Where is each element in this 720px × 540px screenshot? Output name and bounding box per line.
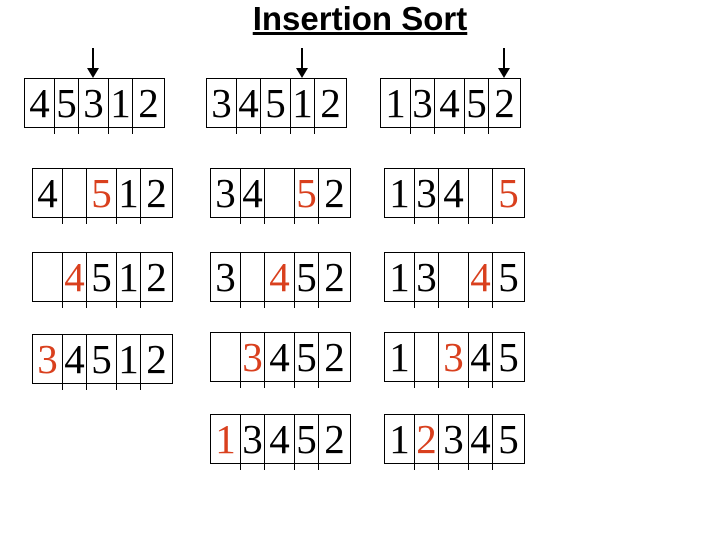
array-cell: 5 bbox=[55, 78, 79, 134]
array-cell: 4 bbox=[63, 334, 87, 390]
array-cell: 4 bbox=[24, 78, 55, 134]
array-cell: 1 bbox=[117, 168, 141, 224]
empty-cell bbox=[469, 168, 493, 224]
array-row: 12345 bbox=[384, 414, 525, 470]
page-title: Insertion Sort bbox=[252, 0, 468, 37]
array-cell: 4 bbox=[435, 78, 465, 134]
array-cell: 2 bbox=[319, 252, 351, 302]
empty-cell bbox=[63, 168, 87, 224]
array-cell: 4 bbox=[469, 332, 493, 388]
array-cell: 2 bbox=[141, 334, 173, 384]
highlighted-cell: 5 bbox=[493, 168, 525, 218]
array-row: 34512 bbox=[32, 334, 173, 390]
empty-cell bbox=[415, 332, 439, 388]
highlighted-cell: 1 bbox=[210, 414, 241, 470]
array-cell: 4 bbox=[237, 78, 261, 134]
array-cell: 5 bbox=[87, 334, 117, 390]
array-cell: 5 bbox=[493, 414, 525, 464]
array-cell: 4 bbox=[439, 168, 469, 224]
array-row: 1345 bbox=[384, 332, 525, 388]
array-cell: 1 bbox=[117, 334, 141, 390]
array-cell: 3 bbox=[411, 78, 435, 134]
array-cell: 2 bbox=[315, 78, 347, 128]
array-row: 3452 bbox=[210, 332, 351, 388]
empty-cell bbox=[210, 332, 241, 388]
array-cell: 2 bbox=[319, 168, 351, 218]
highlighted-cell: 3 bbox=[439, 332, 469, 388]
array-cell: 1 bbox=[291, 78, 315, 134]
array-cell: 4 bbox=[469, 414, 493, 470]
empty-cell bbox=[265, 168, 295, 224]
array-cell: 4 bbox=[265, 414, 295, 470]
array-cell: 5 bbox=[295, 332, 319, 388]
array-cell: 2 bbox=[489, 78, 521, 128]
array-cell: 1 bbox=[117, 252, 141, 308]
array-cell: 5 bbox=[87, 252, 117, 308]
array-cell: 5 bbox=[295, 414, 319, 470]
array-cell: 1 bbox=[380, 78, 411, 134]
highlighted-cell: 5 bbox=[87, 168, 117, 224]
highlighted-cell: 3 bbox=[241, 332, 265, 388]
array-row: 4512 bbox=[32, 168, 173, 224]
array-cell: 5 bbox=[493, 252, 525, 302]
array-row: 3452 bbox=[210, 252, 351, 308]
array-cell: 5 bbox=[465, 78, 489, 134]
array-cell: 4 bbox=[32, 168, 63, 224]
highlighted-cell: 5 bbox=[295, 168, 319, 224]
array-cell: 1 bbox=[384, 168, 415, 224]
array-cell: 3 bbox=[241, 414, 265, 470]
array-cell: 2 bbox=[133, 78, 165, 128]
highlighted-cell: 4 bbox=[63, 252, 87, 308]
array-cell: 1 bbox=[384, 252, 415, 308]
highlighted-cell: 3 bbox=[32, 334, 63, 390]
array-cell: 1 bbox=[109, 78, 133, 134]
pointer-arrow-icon bbox=[87, 48, 99, 78]
array-row: 13452 bbox=[380, 78, 521, 134]
highlighted-cell: 2 bbox=[415, 414, 439, 470]
array-cell: 3 bbox=[415, 168, 439, 224]
array-cell: 3 bbox=[206, 78, 237, 134]
array-cell: 4 bbox=[265, 332, 295, 388]
array-cell: 5 bbox=[261, 78, 291, 134]
empty-cell bbox=[439, 252, 469, 308]
array-cell: 2 bbox=[319, 414, 351, 464]
array-cell: 1 bbox=[384, 332, 415, 388]
array-row: 13452 bbox=[210, 414, 351, 470]
array-row: 45312 bbox=[24, 78, 165, 134]
array-cell: 3 bbox=[210, 252, 241, 308]
array-cell: 1 bbox=[384, 414, 415, 470]
array-cell: 5 bbox=[493, 332, 525, 382]
array-row: 1345 bbox=[384, 168, 525, 224]
array-cell: 2 bbox=[319, 332, 351, 382]
array-row: 3452 bbox=[210, 168, 351, 224]
highlighted-cell: 4 bbox=[265, 252, 295, 308]
array-cell: 3 bbox=[79, 78, 109, 134]
pointer-arrow-icon bbox=[296, 48, 308, 78]
empty-cell bbox=[32, 252, 63, 308]
array-cell: 4 bbox=[241, 168, 265, 224]
array-cell: 2 bbox=[141, 252, 173, 302]
array-row: 1345 bbox=[384, 252, 525, 308]
pointer-arrow-icon bbox=[498, 48, 510, 78]
array-cell: 3 bbox=[415, 252, 439, 308]
array-cell: 3 bbox=[210, 168, 241, 224]
empty-cell bbox=[241, 252, 265, 308]
array-cell: 3 bbox=[439, 414, 469, 470]
array-cell: 2 bbox=[141, 168, 173, 218]
array-row: 4512 bbox=[32, 252, 173, 308]
array-row: 34512 bbox=[206, 78, 347, 134]
highlighted-cell: 4 bbox=[469, 252, 493, 308]
array-cell: 5 bbox=[295, 252, 319, 308]
